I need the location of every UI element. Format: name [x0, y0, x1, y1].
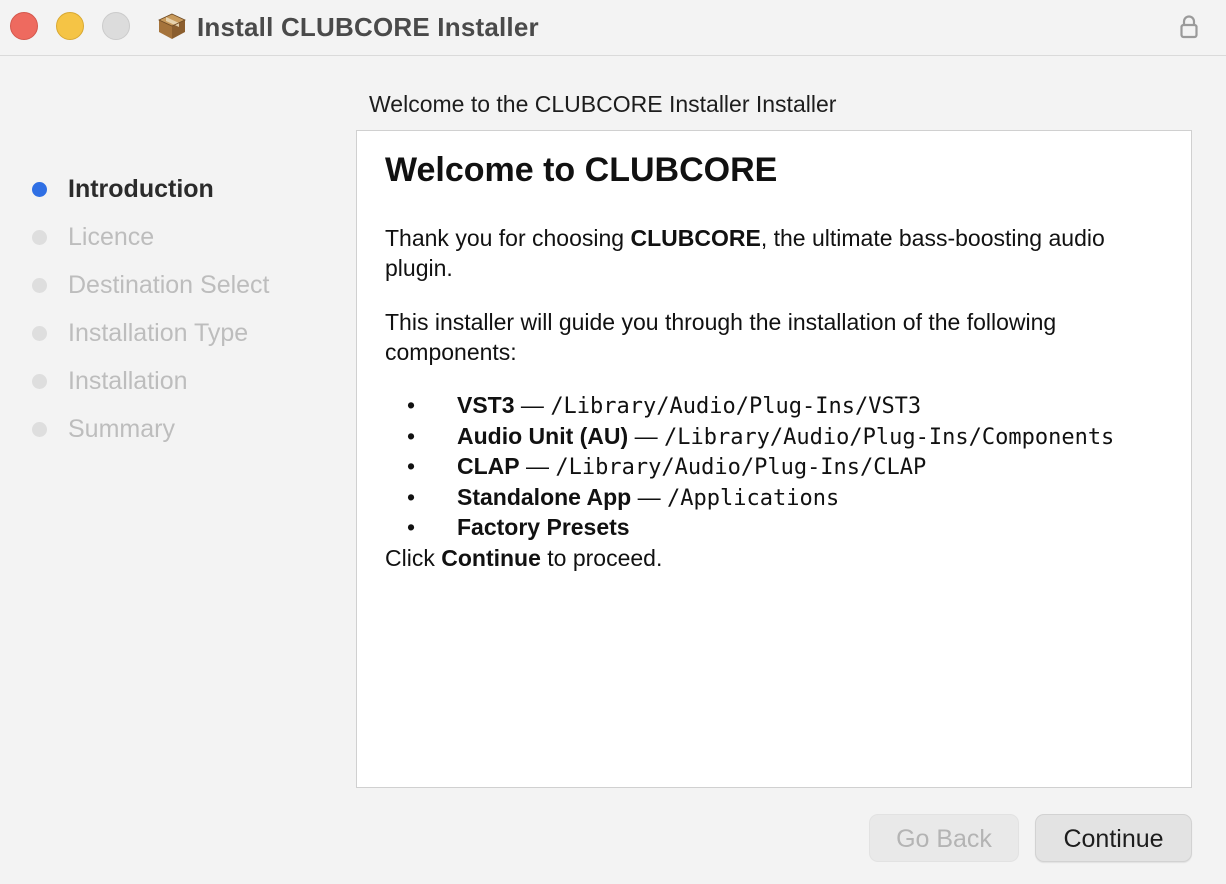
continue-button[interactable]: Continue — [1035, 814, 1192, 862]
component-name: Factory Presets — [457, 514, 630, 540]
step-indicator-dot — [32, 326, 47, 341]
component-name: Audio Unit (AU) — [457, 422, 629, 449]
installer-window: Install CLUBCORE Installer Welcome to th… — [0, 0, 1226, 884]
minimize-window-button[interactable] — [56, 12, 84, 40]
installer-steps-sidebar: Introduction Licence Destination Select … — [30, 170, 330, 458]
guide-paragraph: This installer will guide you through th… — [385, 309, 1057, 365]
list-item: • VST3 — /Library/Audio/Plug-Ins/VST3 — [385, 391, 1165, 422]
package-icon — [158, 13, 186, 39]
list-item: • Factory Presets — [385, 513, 1165, 543]
step-indicator-dot — [32, 230, 47, 245]
close-window-button[interactable] — [10, 12, 38, 40]
step-indicator-dot — [32, 278, 47, 293]
bullet: • — [407, 422, 416, 449]
component-name: Standalone App — [457, 483, 632, 510]
step-indicator-dot — [32, 374, 47, 389]
component-name: VST3 — [457, 392, 515, 418]
lock-icon — [1180, 15, 1198, 39]
step-indicator-dot — [32, 182, 47, 197]
proceed-text-post: to proceed. — [540, 544, 663, 571]
component-path: /Library/Audio/Plug-Ins/VST3 — [550, 394, 922, 419]
content-title: Welcome to CLUBCORE — [385, 151, 778, 189]
component-separator: — — [631, 483, 667, 510]
go-back-button[interactable]: Go Back — [869, 814, 1019, 862]
component-separator: — — [514, 392, 551, 418]
content-body: Welcome to CLUBCORE Thank you for choosi… — [385, 151, 1165, 573]
sidebar-step-summary: Summary — [30, 410, 330, 458]
sidebar-step-label: Licence — [68, 223, 155, 251]
intro-product-name: CLUBCORE — [630, 225, 761, 251]
sidebar-step-licence: Licence — [30, 218, 330, 266]
title-bar: Install CLUBCORE Installer — [0, 0, 1226, 56]
sidebar-step-destination-select: Destination Select — [30, 266, 330, 314]
sidebar-step-installation-type: Installation Type — [30, 314, 330, 362]
bullet: • — [407, 514, 416, 540]
components-list: • VST3 — /Library/Audio/Plug-Ins/VST3 • Au… — [385, 391, 1165, 543]
zoom-window-button[interactable] — [102, 12, 130, 40]
component-path: /Applications — [667, 485, 840, 511]
list-item: • Standalone App — /Applications — [385, 483, 1165, 514]
list-item: • Audio Unit (AU) — /Library/Audio/Plug-I… — [385, 422, 1165, 453]
bullet: • — [407, 453, 416, 479]
proceed-paragraph: Click Continue to proceed. — [385, 543, 1165, 573]
sidebar-step-label: Summary — [68, 415, 175, 443]
sidebar-step-installation: Installation — [30, 362, 330, 410]
proceed-text-pre: Click — [385, 544, 442, 571]
sidebar-step-introduction: Introduction — [30, 170, 330, 218]
intro-text-pre: Thank you for choosing — [385, 225, 631, 251]
step-heading: Welcome to the CLUBCORE Installer Instal… — [369, 91, 837, 117]
component-name: CLAP — [457, 453, 520, 479]
component-path: /Library/Audio/Plug-Ins/Components — [663, 424, 1115, 450]
list-item: • CLAP — /Library/Audio/Plug-Ins/CLAP — [385, 452, 1165, 483]
component-path: /Library/Audio/Plug-Ins/CLAP — [555, 455, 927, 480]
component-separator: — — [628, 422, 664, 449]
window-title: Install CLUBCORE Installer — [197, 12, 539, 42]
bullet: • — [407, 392, 416, 418]
sidebar-step-label: Introduction — [68, 175, 214, 203]
intro-paragraph: Thank you for choosing CLUBCORE, the ult… — [385, 223, 1165, 283]
sidebar-step-label: Destination Select — [68, 271, 270, 299]
proceed-continue-word: Continue — [441, 544, 541, 571]
sidebar-step-label: Installation — [68, 367, 188, 395]
bullet: • — [407, 483, 416, 510]
component-separator: — — [519, 453, 556, 479]
content-panel[interactable]: Welcome to CLUBCORE Thank you for choosi… — [356, 130, 1192, 788]
step-indicator-dot — [32, 422, 47, 437]
sidebar-step-label: Installation Type — [68, 319, 249, 347]
